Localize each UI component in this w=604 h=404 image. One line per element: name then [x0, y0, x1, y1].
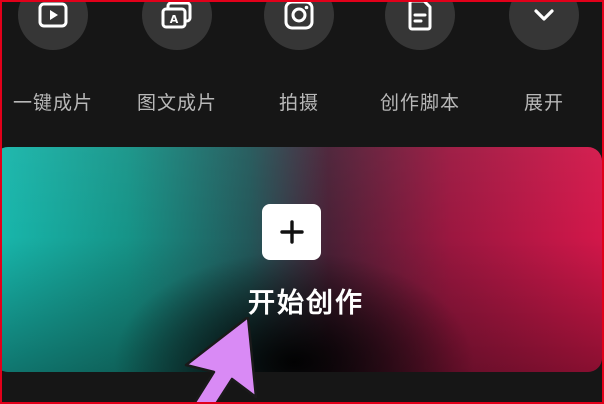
tool-expand[interactable]: 展开 — [484, 2, 602, 122]
tool-icon-circle — [385, 2, 455, 50]
tool-one-click-video[interactable]: 一键成片 — [2, 2, 113, 122]
tool-label: 图文成片 — [136, 92, 217, 114]
plus-icon — [279, 220, 304, 244]
chevron-down-icon — [534, 9, 554, 21]
tool-label: 展开 — [523, 92, 564, 114]
text-to-video-icon: A — [161, 2, 192, 29]
tool-text-to-video[interactable]: A 图文成片 — [117, 2, 237, 122]
tool-camera[interactable]: 拍摄 — [239, 2, 359, 122]
quick-tools-row: 一键成片 A 图文成片 拍摄 创作脚本 展开 — [2, 2, 602, 132]
svg-text:A: A — [170, 13, 179, 26]
camera-icon — [284, 2, 314, 30]
tool-label: 一键成片 — [12, 92, 93, 114]
tool-label: 创作脚本 — [379, 92, 460, 114]
annotation-arrow-icon — [184, 317, 258, 402]
start-creation-label: 开始创作 — [248, 288, 364, 319]
tool-icon-circle — [264, 2, 334, 50]
app-screen: 一键成片 A 图文成片 拍摄 创作脚本 展开 开始创作 — [2, 2, 602, 402]
tool-creation-script[interactable]: 创作脚本 — [360, 2, 480, 122]
tool-icon-circle — [18, 2, 88, 50]
tool-icon-circle — [509, 2, 579, 50]
start-creation-button[interactable]: 开始创作 — [2, 147, 602, 372]
tool-label: 拍摄 — [278, 92, 319, 114]
tool-icon-circle: A — [142, 2, 212, 50]
play-video-icon — [38, 2, 68, 28]
plus-button-box — [262, 204, 321, 260]
script-document-icon — [408, 2, 432, 31]
